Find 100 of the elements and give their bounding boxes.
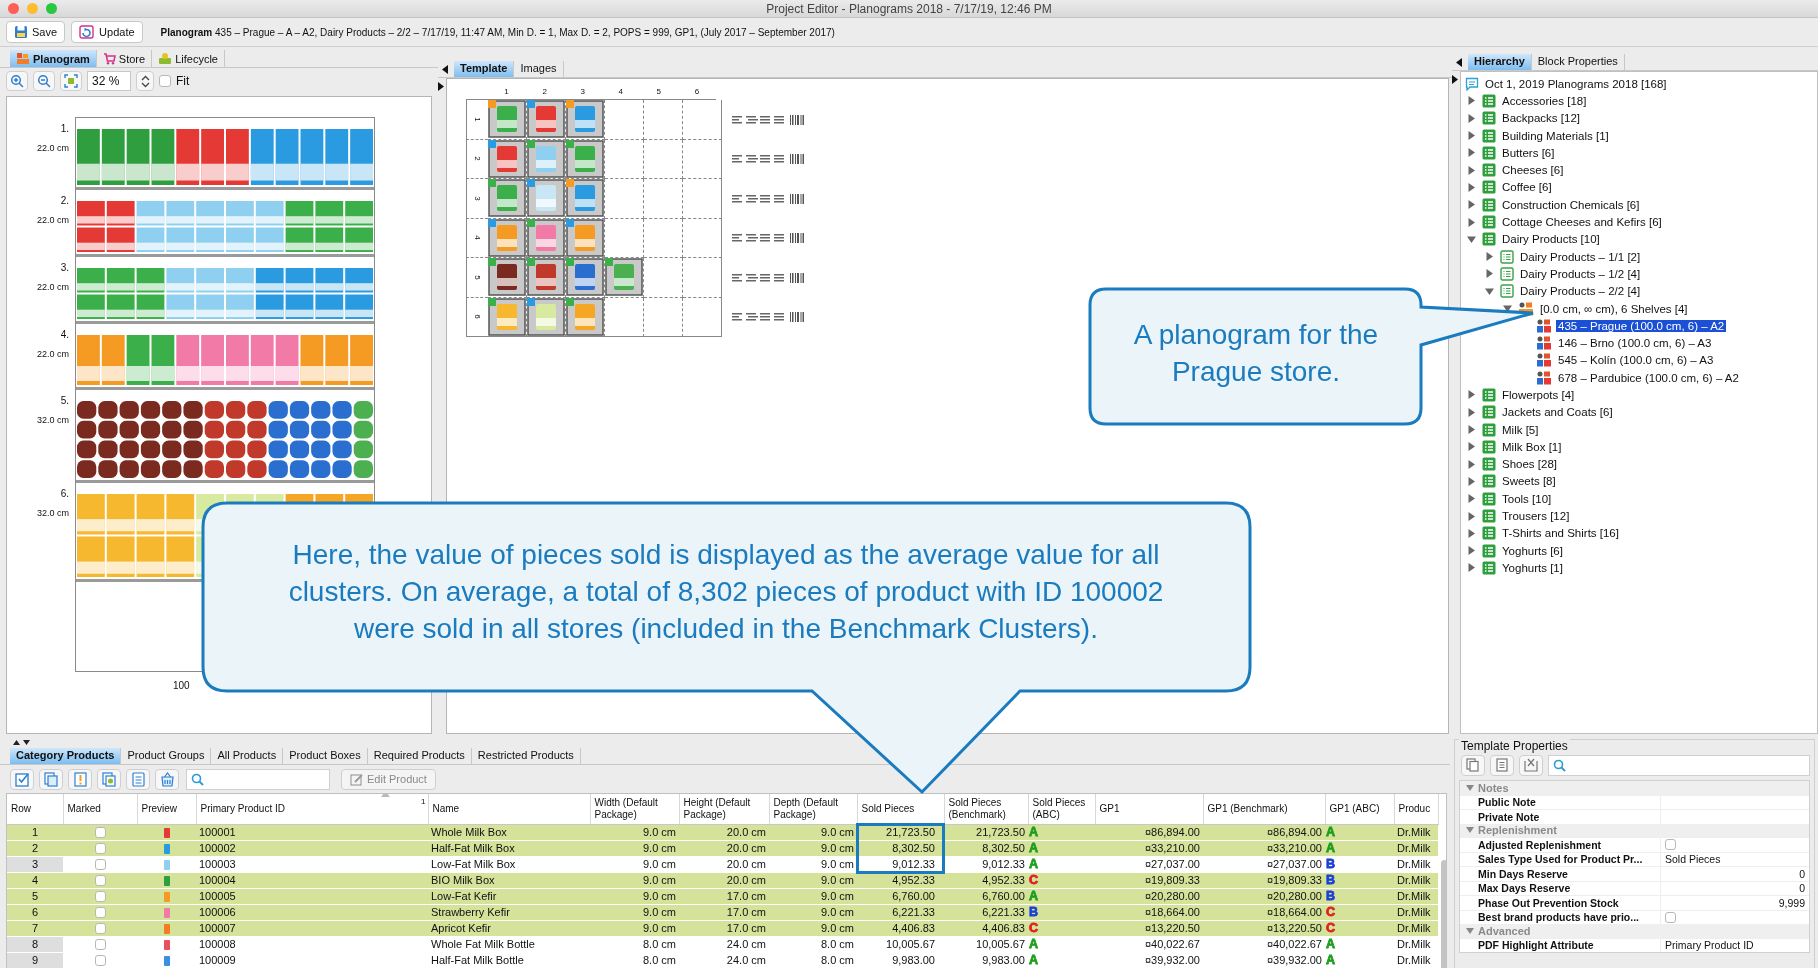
marked-checkbox[interactable] <box>94 875 106 886</box>
tree-item[interactable]: Sweets [8] <box>1500 475 1558 488</box>
tree-item[interactable]: Dairy Products – 2/2 [4] <box>1518 285 1643 298</box>
table-row[interactable]: 9 100009 Half-Fat Milk Bottle 8.0 cm 24.0 cm 8.0 cm 9,983.00 9,983.00 A ¤39,932.00 ¤39,932.00 A Dr.Milk <box>7 952 1438 968</box>
column-header[interactable]: Sold Pieces (ABC) <box>1032 796 1091 822</box>
close-window-button[interactable] <box>8 3 19 14</box>
section-toggle-icon[interactable] <box>1466 826 1474 835</box>
product-thumbnail[interactable] <box>566 258 604 297</box>
alignment-icons-drawing[interactable] <box>732 272 804 283</box>
table-row[interactable]: 2 100002 Half-Fat Milk Box 9.0 cm 20.0 cm 9.0 cm 8,302.50 8,302.50 A ¤33,210.00 ¤33,210.00 A Dr.Milk <box>7 840 1438 857</box>
expand-toggle-icon[interactable] <box>1467 476 1476 486</box>
expand-toggle-icon[interactable] <box>1467 563 1476 573</box>
tree-item[interactable]: Building Materials [1] <box>1500 129 1611 142</box>
table-row[interactable]: 1 100001 Whole Milk Box 9.0 cm 20.0 cm 9.0 cm 21,723.50 21,723.50 A ¤86,894.00 ¤86,894.00 A Dr.Milk <box>7 824 1438 841</box>
product-thumbnail[interactable] <box>566 297 604 336</box>
expand-toggle-icon[interactable] <box>1485 269 1494 279</box>
tree-item[interactable]: Butters [6] <box>1500 146 1557 159</box>
property-checkbox[interactable] <box>1665 911 1676 923</box>
expand-toggle-icon[interactable] <box>1467 96 1476 106</box>
column-header[interactable]: Sold Pieces <box>861 802 940 816</box>
table-row[interactable]: 4 100004 BIO Milk Box 9.0 cm 20.0 cm 9.0 cm 4,952.33 4,952.33 C ¤19,809.33 ¤19,809.33 B Dr.Milk <box>7 872 1438 889</box>
template-cell[interactable] <box>644 297 683 337</box>
tree-item[interactable]: Tools [10] <box>1500 492 1554 505</box>
alignment-icons-drawing[interactable] <box>732 233 804 244</box>
product-thumbnail[interactable] <box>488 100 526 139</box>
view-tab[interactable]: Lifecycle <box>152 50 225 67</box>
column-header[interactable]: GP1 <box>1099 802 1199 816</box>
tree-item[interactable]: 678 – Pardubice (100.0 cm, 6) – A2 <box>1556 371 1741 384</box>
expand-toggle-icon[interactable] <box>1467 407 1476 417</box>
column-header[interactable]: Depth (Default Package) <box>773 796 853 822</box>
template-cell[interactable] <box>605 100 644 140</box>
save-button[interactable]: Save <box>6 21 66 43</box>
product-tab[interactable]: Category Products <box>10 748 122 764</box>
property-value[interactable]: 0 <box>1799 882 1805 895</box>
tree-item[interactable]: Shoes [28] <box>1500 458 1559 471</box>
property-value[interactable]: Sold Pieces <box>1665 853 1721 866</box>
product-thumbnail[interactable] <box>527 179 565 218</box>
tree-item[interactable]: 545 – Kolín (100.0 cm, 6) – A3 <box>1556 354 1716 367</box>
tree-item[interactable]: Cottage Cheeses and Kefirs [6] <box>1500 216 1664 228</box>
zoom-field[interactable]: 32 % <box>87 71 131 91</box>
tree-item[interactable]: Jackets and Coats [6] <box>1500 406 1615 419</box>
fit-checkbox[interactable] <box>159 75 171 87</box>
column-header[interactable]: Sold Pieces (Benchmark) <box>948 796 1024 822</box>
template-cell[interactable] <box>605 297 644 337</box>
column-header[interactable]: Marked <box>67 802 133 816</box>
view-tab[interactable]: Planogram <box>10 50 97 67</box>
mark-all-button[interactable] <box>10 768 34 790</box>
zoom-out-button[interactable] <box>33 71 55 91</box>
column-header[interactable]: Produc <box>1398 802 1434 816</box>
column-header[interactable]: GP1 (Benchmark) <box>1207 802 1321 816</box>
marked-checkbox[interactable] <box>94 891 106 902</box>
tree-item[interactable]: Dairy Products – 1/2 [4] <box>1518 267 1643 280</box>
zoom-spinner[interactable] <box>136 71 154 91</box>
expand-toggle-icon[interactable] <box>1467 528 1476 538</box>
product-thumbnail[interactable] <box>566 218 604 257</box>
property-checkbox[interactable] <box>1665 839 1676 851</box>
template-cell[interactable] <box>605 139 644 179</box>
tree-item[interactable]: Construction Chemicals [6] <box>1500 198 1642 211</box>
template-tab[interactable]: Images <box>514 61 564 77</box>
product-thumbnail[interactable] <box>527 258 565 297</box>
tree-item[interactable]: Dairy Products [10] <box>1500 233 1602 246</box>
tree-item[interactable]: Coffee [6] <box>1500 181 1554 194</box>
search-field[interactable] <box>1548 754 1810 776</box>
expand-toggle-icon[interactable] <box>1467 425 1476 435</box>
basket-button[interactable] <box>155 768 179 790</box>
property-value[interactable]: 9,999 <box>1778 896 1805 909</box>
tree-item[interactable]: [0.0 cm, ∞ cm), 6 Shelves [4] <box>1538 302 1690 315</box>
collapse-arrow-icon[interactable] <box>442 65 448 74</box>
expand-toggle-icon[interactable] <box>1467 217 1476 227</box>
product-thumbnail[interactable] <box>566 139 604 178</box>
product-thumbnail[interactable] <box>488 258 526 297</box>
view-tab[interactable]: Store <box>96 50 153 67</box>
property-value[interactable]: Primary Product ID <box>1665 939 1754 952</box>
alignment-icons-drawing[interactable] <box>732 312 804 323</box>
product-tab[interactable]: Restricted Products <box>471 748 581 764</box>
property-value[interactable]: 0 <box>1799 867 1805 880</box>
document-list-button[interactable] <box>126 768 150 790</box>
expand-toggle-icon[interactable] <box>1467 234 1476 244</box>
column-header[interactable]: Row <box>11 802 59 816</box>
expand-toggle-icon[interactable] <box>1467 442 1476 452</box>
table-row[interactable]: 8 100008 Whole Fat Milk Bottle 8.0 cm 24.0 cm 8.0 cm 10,005.67 10,005.67 A ¤40,022.67 ¤40,022.67 A Dr.Milk <box>7 936 1438 953</box>
expand-toggle-icon[interactable] <box>1467 200 1476 210</box>
product-thumbnail[interactable] <box>527 218 565 257</box>
template-cell[interactable] <box>644 179 683 219</box>
collapse-arrow-icon[interactable] <box>1456 58 1462 67</box>
tree-item[interactable]: Cheeses [6] <box>1500 164 1566 177</box>
template-cell[interactable] <box>605 179 644 219</box>
template-tab[interactable]: Template <box>454 61 515 77</box>
template-cell[interactable] <box>683 258 722 298</box>
copy-button[interactable] <box>39 768 63 790</box>
marked-checkbox[interactable] <box>94 843 106 854</box>
expand-arrow-icon[interactable] <box>438 82 444 91</box>
marked-checkbox[interactable] <box>94 923 106 934</box>
update-button[interactable]: Update <box>71 21 143 43</box>
tree-item[interactable]: Oct 1, 2019 Planograms 2018 [168] <box>1483 77 1669 90</box>
alignment-icons-drawing[interactable] <box>732 154 804 165</box>
table-row[interactable]: 7 100007 Apricot Kefir 9.0 cm 17.0 cm 9.0 cm 4,406.83 4,406.83 C ¤13,220.50 ¤13,220.50 C Dr.Milk <box>7 920 1438 937</box>
zoom-in-button[interactable] <box>6 71 28 91</box>
template-cell[interactable] <box>683 297 722 337</box>
template-cell[interactable] <box>644 258 683 298</box>
